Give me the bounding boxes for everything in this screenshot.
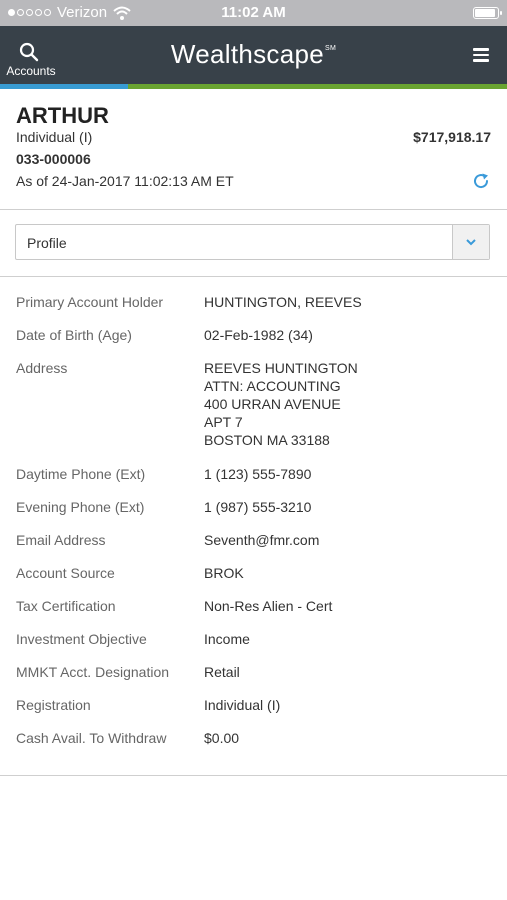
- brand-logo: WealthscapeSM: [0, 39, 507, 70]
- view-select[interactable]: Profile: [15, 224, 490, 260]
- status-time: 11:02 AM: [221, 4, 286, 21]
- detail-value: Individual (I): [204, 697, 281, 713]
- account-balance: $717,918.17: [413, 129, 491, 145]
- detail-label: Investment Objective: [16, 631, 147, 647]
- detail-value: Income: [204, 631, 250, 647]
- detail-value: HUNTINGTON, REEVES: [204, 294, 362, 310]
- account-type: Individual (I): [16, 129, 93, 145]
- view-select-value: Profile: [27, 235, 67, 251]
- brand-name: Wealthscape: [170, 39, 325, 69]
- detail-value: 1 (987) 555-3210: [204, 499, 312, 515]
- account-name: ARTHUR: [16, 103, 109, 128]
- detail-value: $0.00: [204, 730, 240, 746]
- address-line: ATTN: ACCOUNTING: [204, 378, 341, 394]
- address-line: BOSTON MA 33188: [204, 432, 330, 448]
- detail-value: Non-Res Alien - Cert: [204, 598, 333, 614]
- brand-service-mark: SM: [325, 45, 337, 52]
- as-of-timestamp: As of 24-Jan-2017 11:02:13 AM ET: [16, 173, 234, 189]
- detail-label: Account Source: [16, 565, 115, 581]
- detail-label: Tax Certification: [16, 598, 116, 614]
- detail-value: 02-Feb-1982 (34): [204, 327, 313, 343]
- divider: [0, 276, 507, 277]
- detail-label: Daytime Phone (Ext): [16, 466, 146, 482]
- detail-value: 1 (123) 555-7890: [204, 466, 312, 482]
- address-line: 400 URRAN AVENUE: [204, 396, 341, 412]
- address-line: REEVES HUNTINGTON: [204, 360, 358, 376]
- detail-value: Seventh@fmr.com: [204, 532, 320, 548]
- dropdown-toggle[interactable]: [452, 225, 489, 259]
- detail-value: Retail: [204, 664, 240, 680]
- detail-label: Registration: [16, 697, 91, 713]
- detail-label: Primary Account Holder: [16, 294, 164, 310]
- account-number: 033-000006: [16, 151, 91, 167]
- accent-bar: [0, 84, 507, 89]
- nav-bar: Accounts WealthscapeSM: [0, 26, 507, 84]
- divider: [0, 775, 507, 776]
- status-bar: Verizon 11:02 AM: [0, 0, 507, 26]
- battery-icon: [473, 7, 502, 19]
- chevron-down-icon: [466, 239, 476, 246]
- detail-value: BROK: [204, 565, 244, 581]
- address-line: APT 7: [204, 414, 243, 430]
- detail-label: MMKT Acct. Designation: [16, 664, 170, 680]
- refresh-icon[interactable]: [471, 171, 491, 191]
- divider: [0, 209, 507, 210]
- detail-label: Address: [16, 360, 68, 376]
- address-value: REEVES HUNTINGTON ATTN: ACCOUNTING 400 U…: [204, 359, 358, 449]
- detail-label: Cash Avail. To Withdraw: [16, 730, 167, 746]
- detail-label: Evening Phone (Ext): [16, 499, 145, 515]
- hamburger-menu-icon[interactable]: [473, 48, 489, 62]
- detail-label: Email Address: [16, 532, 106, 548]
- detail-label: Date of Birth (Age): [16, 327, 132, 343]
